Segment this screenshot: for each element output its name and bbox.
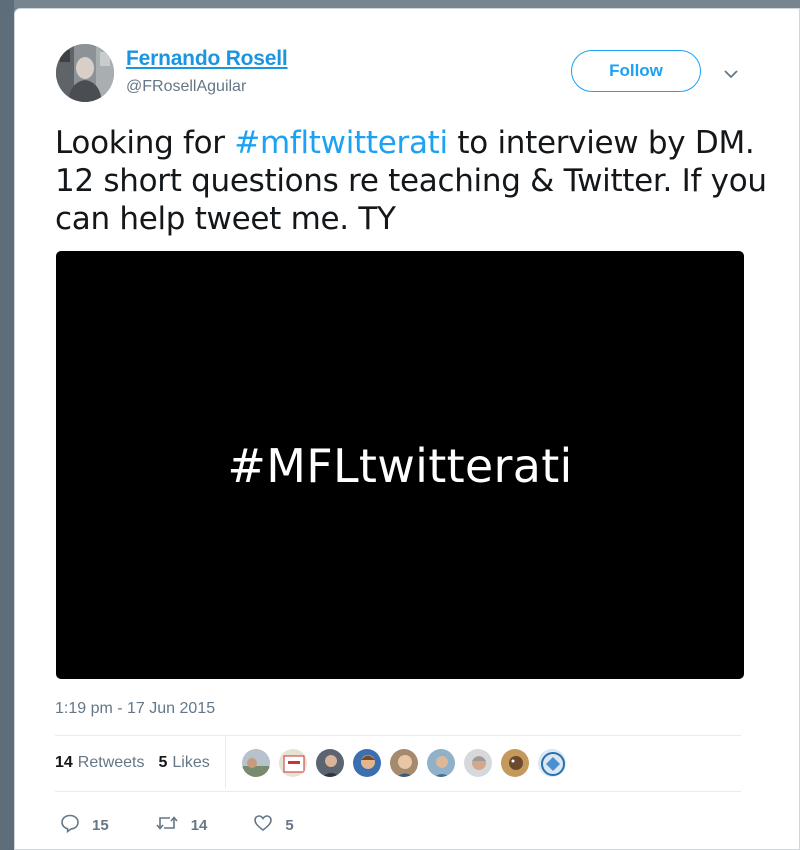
liker-avatar[interactable] <box>537 748 567 778</box>
follow-button[interactable]: Follow <box>571 50 701 92</box>
liker-avatars <box>241 748 574 778</box>
stats-divider <box>225 736 226 788</box>
hashtag-link[interactable]: #mfltwitterati <box>234 125 448 161</box>
heart-icon <box>253 813 285 837</box>
retweet-button[interactable]: 14 <box>155 813 208 837</box>
author-name-link[interactable]: Fernando Rosell <box>126 47 288 71</box>
liker-avatar[interactable] <box>352 748 382 778</box>
likes-label: Likes <box>172 754 210 771</box>
tweet-media-image[interactable]: #MFLtwitterati <box>56 251 744 679</box>
retweet-count: 14 <box>190 816 208 834</box>
author-handle: @FRosellAguilar <box>126 78 247 95</box>
divider-top <box>55 735 741 736</box>
retweets-stat[interactable]: 14 Retweets <box>55 754 145 772</box>
divider-bottom <box>55 791 741 792</box>
media-caption-text: #MFLtwitterati <box>227 439 573 493</box>
tweet-text: Looking for #mfltwitterati to interview … <box>55 124 775 238</box>
background-window-edge <box>0 0 800 8</box>
retweets-label: Retweets <box>77 754 145 771</box>
liker-avatar[interactable] <box>463 748 493 778</box>
retweet-icon <box>155 813 191 837</box>
liker-avatar[interactable] <box>278 748 308 778</box>
chevron-down-icon[interactable] <box>720 63 742 85</box>
tweet-timestamp[interactable]: 1:19 pm - 17 Jun 2015 <box>55 700 215 718</box>
reply-button[interactable]: 15 <box>60 813 109 837</box>
like-count: 5 <box>285 816 294 834</box>
like-button[interactable]: 5 <box>253 813 294 837</box>
engagement-stats: 14 Retweets 5 Likes <box>55 751 210 775</box>
liker-avatar[interactable] <box>389 748 419 778</box>
liker-avatar[interactable] <box>315 748 345 778</box>
retweets-count: 14 <box>55 754 73 771</box>
liker-avatar[interactable] <box>426 748 456 778</box>
author-avatar[interactable] <box>56 44 114 102</box>
background-window-strip <box>0 0 14 850</box>
reply-icon <box>60 813 92 837</box>
tweet-actions: 15 14 5 <box>60 813 340 837</box>
liker-avatar[interactable] <box>241 748 271 778</box>
reply-count: 15 <box>92 816 109 834</box>
likes-stat[interactable]: 5 Likes <box>159 754 210 772</box>
tweet-text-start: Looking for <box>55 125 235 161</box>
liker-avatar[interactable] <box>500 748 530 778</box>
likes-count: 5 <box>158 754 168 771</box>
